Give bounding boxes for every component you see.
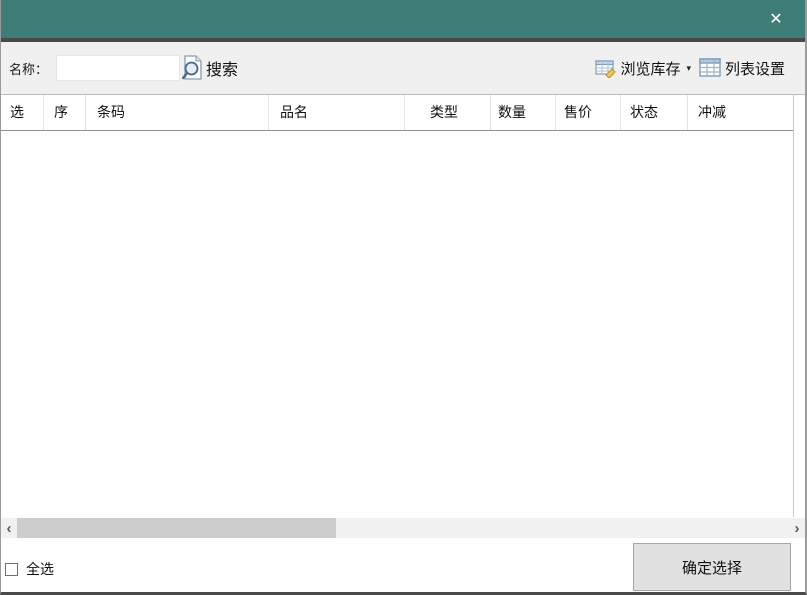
- column-header-seq[interactable]: 序: [44, 95, 86, 130]
- column-header-quantity[interactable]: 数量: [491, 95, 556, 130]
- vertical-scrollbar-track[interactable]: [793, 94, 805, 517]
- footer-bar: 全选 确定选择: [1, 538, 805, 592]
- table-header-row: 选 序 条码 品名 类型 数量 售价 状态 冲减: [1, 94, 793, 131]
- horizontal-scrollbar[interactable]: ‹ ›: [1, 518, 805, 538]
- select-all-checkbox[interactable]: [5, 563, 18, 576]
- scroll-right-arrow-icon[interactable]: ›: [789, 518, 805, 538]
- close-button[interactable]: ✕: [759, 0, 793, 38]
- select-all-control[interactable]: 全选: [5, 559, 54, 579]
- column-header-price[interactable]: 售价: [556, 95, 621, 130]
- table-body-empty[interactable]: [1, 131, 793, 517]
- horizontal-scrollbar-thumb[interactable]: [17, 518, 336, 538]
- select-all-label: 全选: [26, 559, 54, 579]
- confirm-selection-button[interactable]: 确定选择: [633, 543, 791, 591]
- column-header-offset[interactable]: 冲减: [688, 95, 793, 130]
- dialog-window: ✕ 名称： 搜索: [0, 0, 807, 595]
- title-bar: ✕: [1, 0, 805, 38]
- column-header-name[interactable]: 品名: [269, 95, 405, 130]
- column-header-status[interactable]: 状态: [621, 95, 688, 130]
- scroll-left-arrow-icon[interactable]: ‹: [1, 518, 17, 538]
- column-header-type[interactable]: 类型: [405, 95, 491, 130]
- list-view: 选 序 条码 品名 类型 数量 售价 状态 冲减 ‹ › 全选 确定选择: [1, 42, 805, 592]
- column-header-barcode[interactable]: 条码: [86, 95, 269, 130]
- close-icon: ✕: [769, 9, 782, 29]
- column-header-select[interactable]: 选: [1, 95, 44, 130]
